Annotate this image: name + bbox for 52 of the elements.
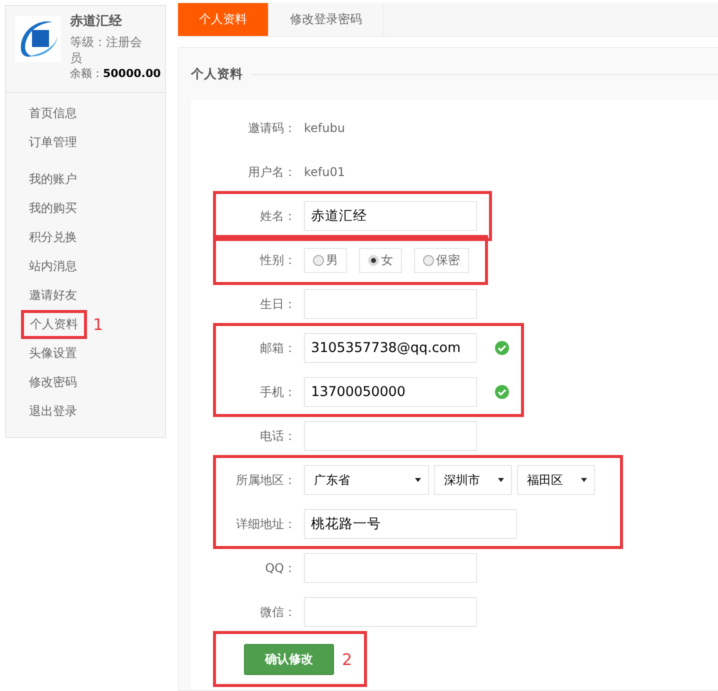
nav-item[interactable]: 个人资料 (21, 310, 87, 339)
field-label: 微信： (259, 604, 296, 620)
annotation-number: 2 (342, 650, 352, 668)
input-field[interactable] (304, 553, 477, 583)
balance-value: 50000.00 (103, 66, 161, 82)
select-dropdown[interactable]: 福田区 (517, 465, 595, 495)
nav-item[interactable]: 首页信息 (29, 105, 77, 122)
field-label: 详细地址： (235, 516, 296, 532)
select-dropdown[interactable]: 深圳市 (434, 465, 512, 495)
field-value: kefubu (304, 121, 345, 135)
nav-item[interactable]: 修改密码 (29, 374, 77, 391)
caret-icon (415, 478, 421, 482)
annotation-number: 1 (93, 315, 104, 334)
radio-option[interactable]: 女 (359, 248, 402, 272)
nav-item[interactable]: 我的账户 (29, 171, 77, 188)
submit-button[interactable]: 确认修改 (244, 644, 334, 674)
field-label: 电话： (259, 428, 296, 444)
select-dropdown[interactable]: 广东省 (304, 465, 429, 495)
input-field[interactable] (304, 421, 477, 451)
input-field[interactable]: 3105357738@qq.com (304, 333, 477, 363)
field-value: kefu01 (304, 165, 346, 179)
nav-item[interactable]: 订单管理 (29, 134, 77, 151)
input-field[interactable] (304, 597, 477, 627)
field-label: 邀请码： (247, 120, 296, 136)
field-label: 生日： (259, 296, 296, 312)
input-field[interactable] (304, 289, 477, 319)
logo-icon (15, 16, 61, 62)
radio-option[interactable]: 保密 (414, 248, 469, 272)
tab[interactable]: 个人资料 (178, 3, 269, 36)
section-title: 个人资料 (191, 66, 243, 82)
nav-item[interactable]: 积分兑换 (29, 229, 77, 246)
nav-item[interactable]: 头像设置 (29, 345, 77, 362)
nav-item[interactable]: 退出登录 (29, 403, 77, 420)
radio-option[interactable]: 男 (304, 248, 347, 272)
member-level: 等级：注册会员 (70, 34, 143, 66)
field-label: 姓名： (259, 208, 296, 224)
field-label: 邮箱： (259, 340, 296, 356)
nav-item[interactable]: 邀请好友 (29, 287, 77, 304)
field-label: 用户名： (247, 164, 296, 180)
field-label: 所属地区： (235, 472, 296, 488)
field-label: 性别： (258, 252, 296, 268)
nav-item[interactable]: 站内消息 (29, 258, 77, 275)
user-name: 赤道汇经 (70, 14, 123, 30)
nav-item[interactable]: 我的购买 (29, 200, 77, 217)
field-label: QQ： (264, 560, 296, 576)
caret-icon (581, 478, 587, 482)
balance-label: 余额： (70, 66, 103, 82)
input-field[interactable]: 赤道汇经 (304, 201, 477, 231)
input-field[interactable]: 桃花路一号 (304, 509, 517, 539)
input-field[interactable]: 13700050000 (304, 377, 477, 407)
field-label: 手机： (259, 384, 296, 400)
caret-icon (498, 478, 504, 482)
